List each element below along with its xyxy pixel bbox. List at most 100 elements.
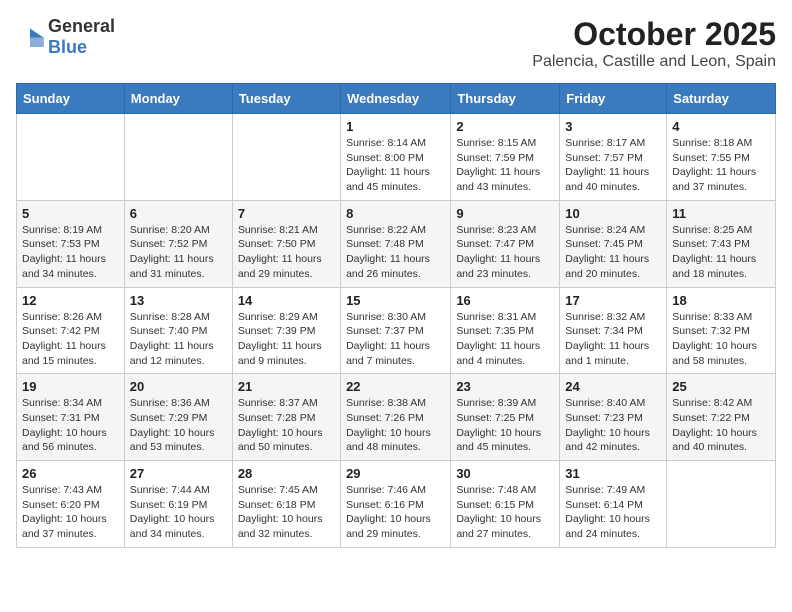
day-info: Sunrise: 7:44 AM Sunset: 6:19 PM Dayligh… [130, 483, 227, 542]
day-number: 11 [672, 206, 770, 221]
header-day: Monday [124, 84, 232, 114]
calendar-cell: 14Sunrise: 8:29 AM Sunset: 7:39 PM Dayli… [232, 287, 340, 374]
day-info: Sunrise: 8:34 AM Sunset: 7:31 PM Dayligh… [22, 396, 119, 455]
day-info: Sunrise: 8:38 AM Sunset: 7:26 PM Dayligh… [346, 396, 445, 455]
day-info: Sunrise: 8:23 AM Sunset: 7:47 PM Dayligh… [456, 223, 554, 282]
calendar-cell: 2 Sunrise: 8:15 AM Sunset: 7:59 PM Daylig… [451, 114, 560, 201]
calendar-cell: 8Sunrise: 8:22 AM Sunset: 7:48 PM Daylig… [341, 200, 451, 287]
day-number: 12 [22, 293, 119, 308]
day-number: 21 [238, 379, 335, 394]
calendar-cell: 15 Sunrise: 8:30 AM Sunset: 7:37 PM Dayli… [341, 287, 451, 374]
day-info: Sunrise: 8:39 AM Sunset: 7:25 PM Dayligh… [456, 396, 554, 455]
day-number: 13 [130, 293, 227, 308]
calendar-cell: 6Sunrise: 8:20 AM Sunset: 7:52 PM Daylig… [124, 200, 232, 287]
day-info: Sunrise: 8:22 AM Sunset: 7:48 PM Dayligh… [346, 223, 445, 282]
day-info: Sunrise: 8:37 AM Sunset: 7:28 PM Dayligh… [238, 396, 335, 455]
day-number: 3 [565, 119, 661, 134]
calendar-cell: 26 Sunrise: 7:43 AM Sunset: 6:20 PM Dayli… [17, 461, 125, 548]
day-number: 17 [565, 293, 661, 308]
day-number: 31 [565, 466, 661, 481]
calendar-cell: 18Sunrise: 8:33 AM Sunset: 7:32 PM Dayli… [667, 287, 776, 374]
day-number: 30 [456, 466, 554, 481]
calendar-cell: 20Sunrise: 8:36 AM Sunset: 7:29 PM Dayli… [124, 374, 232, 461]
day-number: 10 [565, 206, 661, 221]
day-info: Sunrise: 8:17 AM Sunset: 7:57 PM Dayligh… [565, 136, 661, 195]
calendar-cell: 31 Sunrise: 7:49 AM Sunset: 6:14 PM Dayli… [560, 461, 667, 548]
day-number: 28 [238, 466, 335, 481]
calendar-cell: 22 Sunrise: 8:38 AM Sunset: 7:26 PM Dayli… [341, 374, 451, 461]
title-block: October 2025 Palencia, Castille and Leon… [532, 16, 776, 71]
day-number: 19 [22, 379, 119, 394]
day-info: Sunrise: 7:45 AM Sunset: 6:18 PM Dayligh… [238, 483, 335, 542]
day-number: 4 [672, 119, 770, 134]
calendar-cell: 11 Sunrise: 8:25 AM Sunset: 7:43 PM Dayli… [667, 200, 776, 287]
calendar-cell: 10 Sunrise: 8:24 AM Sunset: 7:45 PM Dayli… [560, 200, 667, 287]
day-info: Sunrise: 8:32 AM Sunset: 7:34 PM Dayligh… [565, 310, 661, 369]
day-info: Sunrise: 8:19 AM Sunset: 7:53 PM Dayligh… [22, 223, 119, 282]
day-info: Sunrise: 8:28 AM Sunset: 7:40 PM Dayligh… [130, 310, 227, 369]
day-info: Sunrise: 8:30 AM Sunset: 7:37 PM Dayligh… [346, 310, 445, 369]
day-number: 2 [456, 119, 554, 134]
day-info: Sunrise: 8:26 AM Sunset: 7:42 PM Dayligh… [22, 310, 119, 369]
logo-general: General [48, 16, 115, 36]
day-number: 9 [456, 206, 554, 221]
day-number: 7 [238, 206, 335, 221]
calendar-cell: 7 Sunrise: 8:21 AM Sunset: 7:50 PM Daylig… [232, 200, 340, 287]
day-info: Sunrise: 8:24 AM Sunset: 7:45 PM Dayligh… [565, 223, 661, 282]
calendar-cell: 23 Sunrise: 8:39 AM Sunset: 7:25 PM Dayli… [451, 374, 560, 461]
day-info: Sunrise: 7:46 AM Sunset: 6:16 PM Dayligh… [346, 483, 445, 542]
calendar-table: SundayMondayTuesdayWednesdayThursdayFrid… [16, 83, 776, 548]
day-info: Sunrise: 8:25 AM Sunset: 7:43 PM Dayligh… [672, 223, 770, 282]
day-number: 5 [22, 206, 119, 221]
day-number: 15 [346, 293, 445, 308]
day-info: Sunrise: 7:43 AM Sunset: 6:20 PM Dayligh… [22, 483, 119, 542]
day-number: 18 [672, 293, 770, 308]
logo-icon [16, 27, 44, 47]
header-day: Tuesday [232, 84, 340, 114]
page-header: General Blue October 2025 Palencia, Cast… [16, 16, 776, 71]
day-info: Sunrise: 7:48 AM Sunset: 6:15 PM Dayligh… [456, 483, 554, 542]
day-number: 14 [238, 293, 335, 308]
calendar-cell [667, 461, 776, 548]
logo-blue: Blue [48, 37, 87, 57]
calendar-cell: 17 Sunrise: 8:32 AM Sunset: 7:34 PM Dayli… [560, 287, 667, 374]
header-row: SundayMondayTuesdayWednesdayThursdayFrid… [17, 84, 776, 114]
calendar-cell: 24 Sunrise: 8:40 AM Sunset: 7:23 PM Dayli… [560, 374, 667, 461]
day-number: 16 [456, 293, 554, 308]
day-number: 26 [22, 466, 119, 481]
calendar-cell: 16Sunrise: 8:31 AM Sunset: 7:35 PM Dayli… [451, 287, 560, 374]
day-info: Sunrise: 8:14 AM Sunset: 8:00 PM Dayligh… [346, 136, 445, 195]
calendar-cell [17, 114, 125, 201]
calendar-cell: 9 Sunrise: 8:23 AM Sunset: 7:47 PM Daylig… [451, 200, 560, 287]
calendar-week-row: 26 Sunrise: 7:43 AM Sunset: 6:20 PM Dayli… [17, 461, 776, 548]
day-number: 20 [130, 379, 227, 394]
day-number: 23 [456, 379, 554, 394]
day-info: Sunrise: 8:15 AM Sunset: 7:59 PM Dayligh… [456, 136, 554, 195]
header-day: Thursday [451, 84, 560, 114]
calendar-cell [124, 114, 232, 201]
header-day: Wednesday [341, 84, 451, 114]
calendar-cell: 27Sunrise: 7:44 AM Sunset: 6:19 PM Dayli… [124, 461, 232, 548]
calendar-cell: 1Sunrise: 8:14 AM Sunset: 8:00 PM Daylig… [341, 114, 451, 201]
day-number: 22 [346, 379, 445, 394]
day-number: 24 [565, 379, 661, 394]
day-number: 25 [672, 379, 770, 394]
header-day: Sunday [17, 84, 125, 114]
calendar-cell: 12 Sunrise: 8:26 AM Sunset: 7:42 PM Dayli… [17, 287, 125, 374]
calendar-title: October 2025 [532, 16, 776, 53]
calendar-week-row: 12 Sunrise: 8:26 AM Sunset: 7:42 PM Dayli… [17, 287, 776, 374]
day-info: Sunrise: 8:21 AM Sunset: 7:50 PM Dayligh… [238, 223, 335, 282]
calendar-week-row: 5 Sunrise: 8:19 AM Sunset: 7:53 PM Daylig… [17, 200, 776, 287]
day-number: 29 [346, 466, 445, 481]
calendar-cell: 4 Sunrise: 8:18 AM Sunset: 7:55 PM Daylig… [667, 114, 776, 201]
calendar-cell: 25 Sunrise: 8:42 AM Sunset: 7:22 PM Dayli… [667, 374, 776, 461]
calendar-cell: 5 Sunrise: 8:19 AM Sunset: 7:53 PM Daylig… [17, 200, 125, 287]
calendar-week-row: 19 Sunrise: 8:34 AM Sunset: 7:31 PM Dayli… [17, 374, 776, 461]
day-info: Sunrise: 8:40 AM Sunset: 7:23 PM Dayligh… [565, 396, 661, 455]
calendar-cell: 21 Sunrise: 8:37 AM Sunset: 7:28 PM Dayli… [232, 374, 340, 461]
calendar-subtitle: Palencia, Castille and Leon, Spain [532, 53, 776, 71]
calendar-week-row: 1Sunrise: 8:14 AM Sunset: 8:00 PM Daylig… [17, 114, 776, 201]
day-info: Sunrise: 7:49 AM Sunset: 6:14 PM Dayligh… [565, 483, 661, 542]
day-info: Sunrise: 8:18 AM Sunset: 7:55 PM Dayligh… [672, 136, 770, 195]
day-info: Sunrise: 8:42 AM Sunset: 7:22 PM Dayligh… [672, 396, 770, 455]
